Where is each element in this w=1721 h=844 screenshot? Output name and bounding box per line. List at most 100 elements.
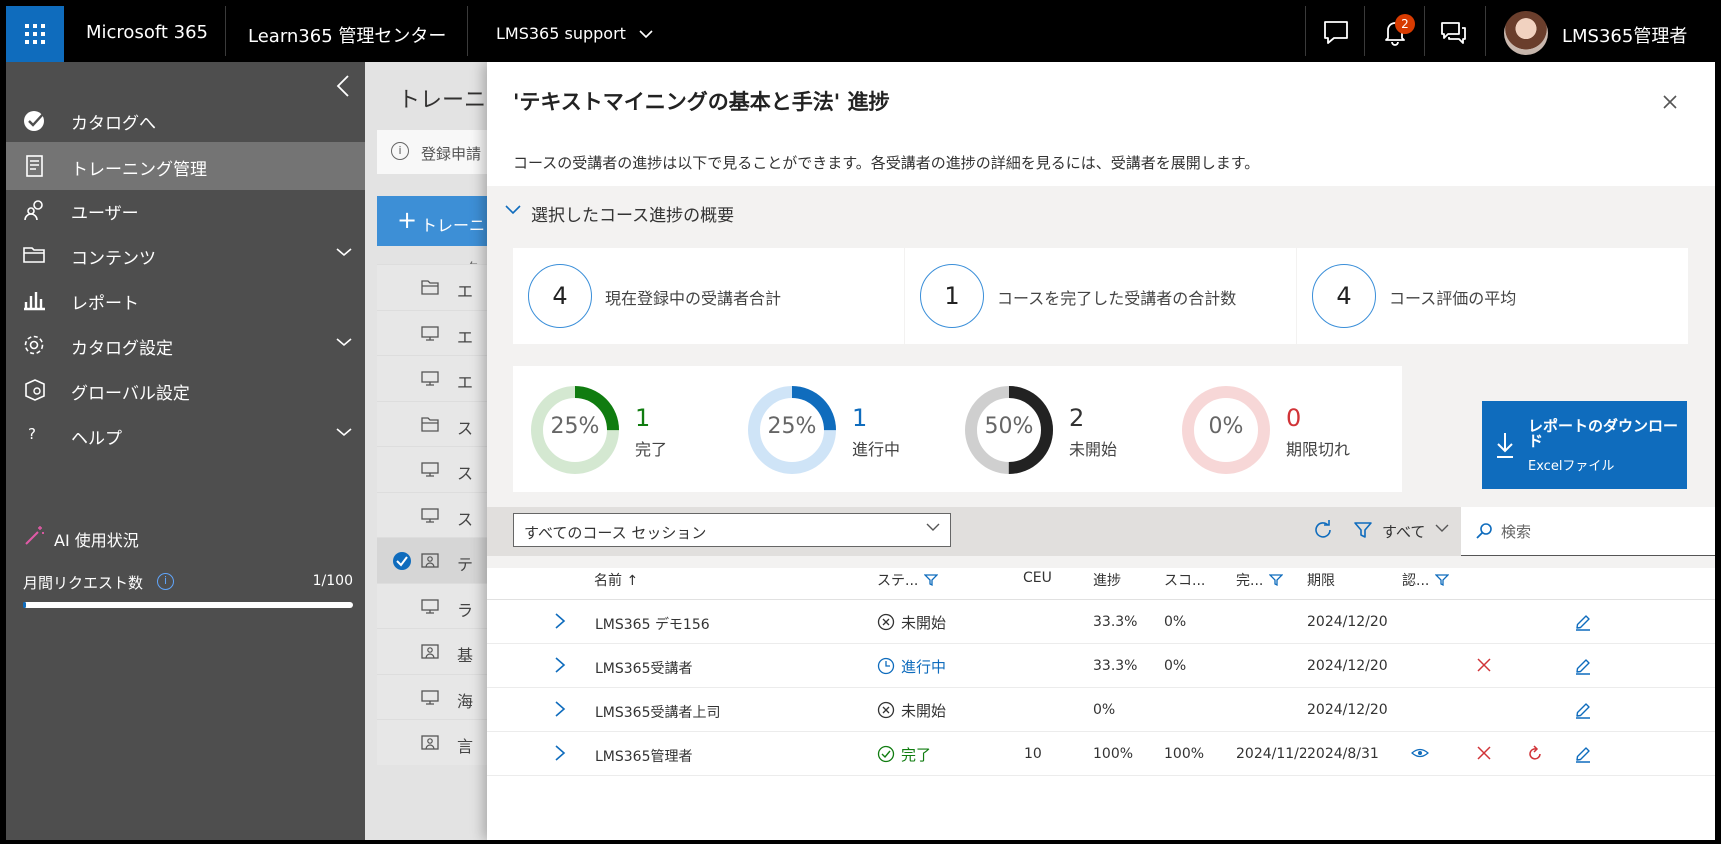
column-ceu[interactable]: CEU — [1023, 570, 1052, 586]
refresh-icon[interactable] — [1313, 520, 1333, 540]
page-title: トレーニン — [398, 88, 488, 113]
edit-icon[interactable] — [1574, 701, 1592, 723]
class-icon — [421, 734, 439, 750]
sidebar-item-contents[interactable]: コンテンツ — [6, 231, 365, 279]
monthly-requests-label: 月間リクエスト数 — [23, 574, 144, 592]
avatar[interactable] — [1504, 11, 1548, 55]
edit-icon[interactable] — [1574, 657, 1592, 679]
filter-icon[interactable] — [923, 573, 939, 587]
column-completed[interactable]: 完... — [1236, 570, 1284, 590]
due-date: 2024/12/20 — [1307, 614, 1388, 630]
chevron-down-icon — [336, 338, 352, 347]
table-row[interactable]: LMS365受講者 進行中 33.3% 0% 2024/12/20 — [487, 644, 1715, 688]
session-select[interactable]: すべてのコース セッション — [513, 513, 951, 547]
search-box[interactable]: 検索 — [1461, 507, 1715, 556]
column-status-label: ステ... — [877, 573, 919, 589]
list-item-label: 海 — [457, 691, 474, 711]
donut-count: 0 — [1286, 404, 1302, 432]
status-label: 未開始 — [901, 702, 947, 720]
table-row[interactable]: LMS365受講者上司 未開始 0% 2024/12/20 — [487, 688, 1715, 732]
remove-icon[interactable] — [1476, 657, 1492, 677]
ai-usage[interactable]: AI 使用状況 — [24, 524, 139, 550]
expand-row-icon[interactable] — [554, 612, 566, 634]
sidebar-item-help[interactable]: ? ヘルプ — [6, 411, 365, 459]
filter-icon[interactable] — [1353, 520, 1373, 540]
edit-icon[interactable] — [1574, 745, 1592, 767]
stat-value: 4 — [528, 264, 592, 328]
panel-title: 'テキストマイニングの基本と手法' 進捗 — [513, 90, 890, 114]
monthly-requests-count: 1/100 — [312, 573, 353, 589]
expand-row-icon[interactable] — [554, 656, 566, 678]
sidebar-item-global-settings[interactable]: グローバル設定 — [6, 366, 365, 414]
column-name[interactable]: 名前 ↑ — [594, 570, 638, 590]
stat-value: 1 — [920, 264, 984, 328]
filter-label[interactable]: すべて — [1382, 521, 1425, 542]
app-launcher-button[interactable] — [6, 6, 64, 62]
sidebar-item-catalog[interactable]: カタログへ — [6, 96, 365, 144]
column-completed-label: 完... — [1236, 573, 1264, 589]
sidebar-item-training[interactable]: トレーニング管理 — [6, 142, 365, 190]
chat-button[interactable] — [1318, 14, 1354, 50]
remove-icon[interactable] — [1476, 745, 1492, 765]
magic-wand-icon — [25, 526, 44, 545]
site-selector[interactable]: LMS365 support — [496, 24, 653, 43]
reset-icon[interactable] — [1526, 745, 1544, 767]
check-icon — [393, 552, 411, 570]
notice-text: 登録申請 — [421, 145, 482, 163]
column-progress[interactable]: 進捗 — [1093, 570, 1121, 590]
score-value: 100% — [1164, 746, 1205, 762]
column-approve[interactable]: 認... — [1402, 570, 1450, 590]
expand-row-icon[interactable] — [554, 700, 566, 722]
completed-date: 2024/11/29 — [1236, 746, 1306, 762]
chevron-down-icon — [639, 30, 653, 39]
catalog-icon — [24, 111, 45, 131]
sidebar-item-reports[interactable]: レポート — [6, 276, 365, 324]
stat-card-completed: 1 コースを完了した受講者の合計数 — [905, 248, 1296, 344]
column-due[interactable]: 期限 — [1307, 570, 1335, 590]
sidebar-item-users[interactable]: ユーザー — [6, 186, 365, 234]
table-row[interactable]: LMS365管理者 完了 10 100% 100% 2024/11/292024/8/31 — [487, 732, 1715, 776]
stat-value: 4 — [1312, 264, 1376, 328]
search-input[interactable]: 検索 — [1501, 521, 1531, 542]
class-icon — [421, 643, 439, 659]
overview-toggle[interactable]: 選択したコース進捗の概要 — [505, 201, 734, 226]
download-report-button[interactable]: レポートのダウンロード Excelファイル — [1482, 401, 1687, 489]
due-date: 2024/12/20 — [1307, 702, 1388, 718]
table-row[interactable]: LMS365 デモ156 未開始 33.3% 0% 2024/12/20 — [487, 600, 1715, 644]
filter-icon[interactable] — [1268, 573, 1284, 587]
ai-usage-label: AI 使用状況 — [54, 531, 139, 550]
info-icon[interactable]: i — [157, 573, 174, 590]
column-score[interactable]: スコ... — [1164, 570, 1205, 590]
donut-count: 1 — [852, 404, 868, 432]
sidebar-item-label: トレーニング管理 — [71, 160, 207, 180]
expand-row-icon[interactable] — [554, 744, 566, 766]
filter-bar: すべてのコース セッション すべて 検索 — [487, 507, 1715, 556]
divider — [1424, 6, 1425, 56]
edit-icon[interactable] — [1574, 613, 1592, 635]
training-icon — [26, 155, 43, 177]
view-icon[interactable] — [1411, 745, 1429, 765]
filter-icon[interactable] — [1434, 573, 1450, 587]
close-button[interactable] — [1662, 88, 1678, 116]
requests-progress-bar — [23, 602, 353, 608]
brand-link[interactable]: Microsoft 365 — [86, 22, 208, 43]
sidebar-item-catalog-settings[interactable]: カタログ設定 — [6, 321, 365, 369]
folder-icon — [23, 247, 45, 263]
collapse-sidebar-icon[interactable] — [336, 74, 350, 98]
user-name[interactable]: LMS365管理者 — [1562, 22, 1687, 48]
learner-name: LMS365 デモ156 — [595, 617, 710, 633]
learner-name: LMS365受講者 — [595, 661, 693, 677]
divider — [467, 6, 468, 56]
monitor-icon — [421, 370, 439, 386]
status-badge: 未開始 — [877, 698, 946, 721]
list-item-label: エ — [457, 373, 474, 392]
list-item-label: テ — [457, 555, 474, 574]
feedback-button[interactable] — [1435, 14, 1471, 50]
clock-icon — [877, 657, 901, 676]
donut-card-not-started: 50% 2 未開始 — [947, 366, 1185, 492]
status-label: 完了 — [901, 746, 932, 764]
column-status[interactable]: ステ... — [877, 570, 939, 590]
app-title[interactable]: Learn365 管理センター — [248, 22, 446, 48]
donut-label: 未開始 — [1069, 440, 1118, 459]
donut-percent: 0% — [1208, 414, 1244, 439]
